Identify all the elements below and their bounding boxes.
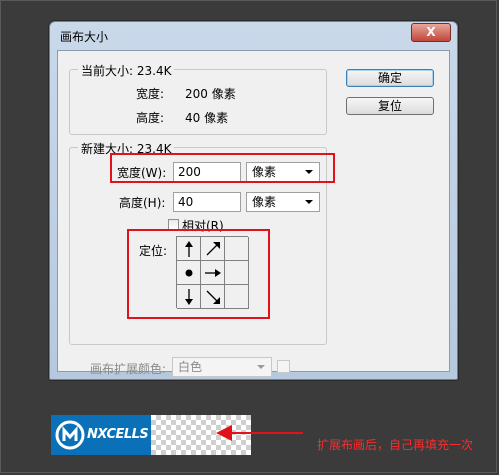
dropdown-arrow-icon [305, 200, 313, 204]
current-size-group: 当前大小: 23.4K 宽度: 200 像素 高度: 40 像素 [69, 62, 327, 135]
height-input[interactable]: 40 [173, 192, 241, 212]
canvas-ext-color-value: 白色 [178, 360, 203, 374]
close-button[interactable]: X [411, 23, 451, 42]
nxcells-logo: NXCELLS [51, 415, 151, 455]
ok-button[interactable]: 确定 [346, 69, 434, 87]
title-bar[interactable]: 画布大小 X [50, 22, 457, 50]
height-unit-select[interactable]: 像素 [246, 192, 320, 212]
current-height-label: 高度: [136, 111, 165, 125]
current-size-legend: 当前大小: 23.4K [78, 62, 175, 79]
reset-button[interactable]: 复位 [346, 97, 434, 115]
canvas-size-dialog: 画布大小 X 当前大小: 23.4K 宽度: 200 像素 高度: 40 像素 … [49, 21, 458, 380]
dropdown-arrow-icon [257, 365, 265, 369]
canvas-ext-color-select[interactable]: 白色 [172, 357, 272, 377]
canvas-ext-color-label: 画布扩展颜色: [90, 362, 167, 376]
new-height-label: 高度(H): [119, 196, 166, 210]
current-width-label: 宽度: [136, 87, 165, 101]
close-icon: X [426, 25, 436, 39]
current-height-value: 40 像素 [185, 111, 229, 125]
height-unit-value: 像素 [252, 195, 277, 209]
highlight-width-row [110, 153, 335, 183]
canvas-ext-color-swatch[interactable] [277, 360, 290, 373]
annotation-text: 扩展布画后，自己再填充一次 [317, 438, 474, 452]
logo-mark-icon [55, 420, 85, 450]
left-arrow-icon [216, 425, 303, 441]
current-width-value: 200 像素 [185, 87, 236, 101]
highlight-anchor-area [127, 229, 270, 319]
logo-text: NXCELLS [87, 427, 149, 442]
dialog-title: 画布大小 [60, 30, 109, 44]
dialog-body: 当前大小: 23.4K 宽度: 200 像素 高度: 40 像素 确定 复位 新… [57, 50, 450, 377]
